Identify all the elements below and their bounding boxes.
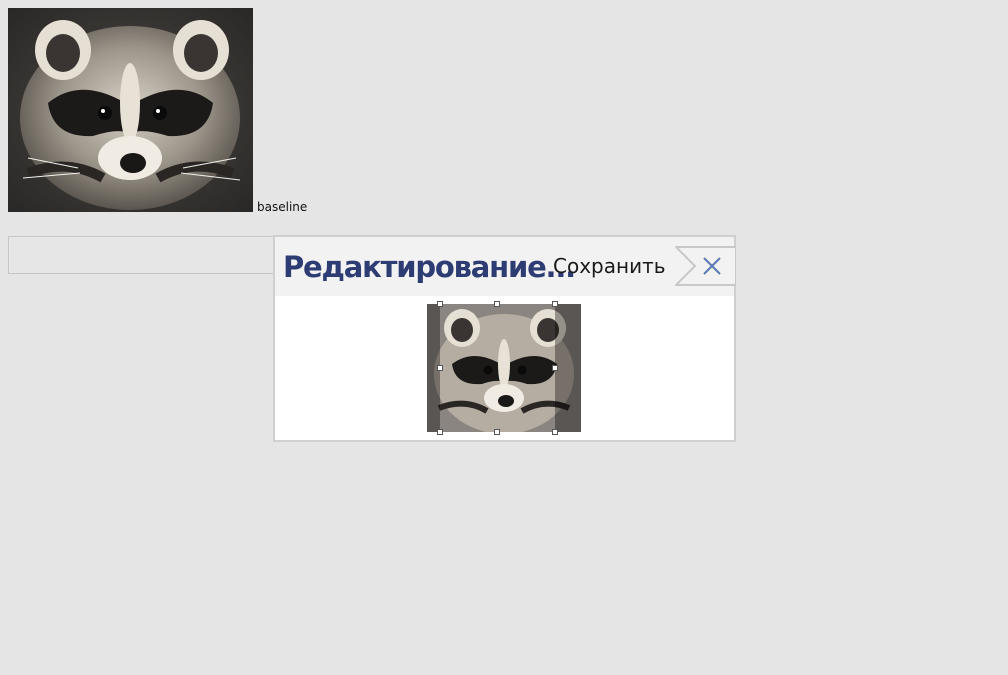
crop-area[interactable] bbox=[427, 301, 581, 435]
close-button[interactable] bbox=[675, 246, 736, 286]
text-field[interactable] bbox=[8, 236, 274, 274]
crop-handle-bottom-right[interactable] bbox=[552, 429, 558, 435]
image-editor-dialog: Редактирование... Сохранить bbox=[273, 235, 736, 442]
raccoon-image bbox=[8, 8, 253, 212]
crop-handle-top-right[interactable] bbox=[552, 301, 558, 307]
crop-handle-left[interactable] bbox=[437, 365, 443, 371]
editor-header: Редактирование... Сохранить bbox=[275, 237, 736, 296]
raccoon-picture bbox=[8, 8, 253, 212]
crop-frame[interactable] bbox=[437, 301, 558, 435]
crop-shade-right bbox=[555, 304, 581, 432]
baseline-label: baseline bbox=[257, 200, 308, 214]
crop-handle-bottom-left[interactable] bbox=[437, 429, 443, 435]
crop-handle-top-left[interactable] bbox=[437, 301, 443, 307]
save-button[interactable]: Сохранить bbox=[553, 250, 666, 282]
editor-title: Редактирование... bbox=[283, 250, 576, 284]
crop-handle-top[interactable] bbox=[494, 301, 500, 307]
close-icon bbox=[675, 246, 736, 286]
crop-handle-right[interactable] bbox=[552, 365, 558, 371]
crop-handle-bottom[interactable] bbox=[494, 429, 500, 435]
